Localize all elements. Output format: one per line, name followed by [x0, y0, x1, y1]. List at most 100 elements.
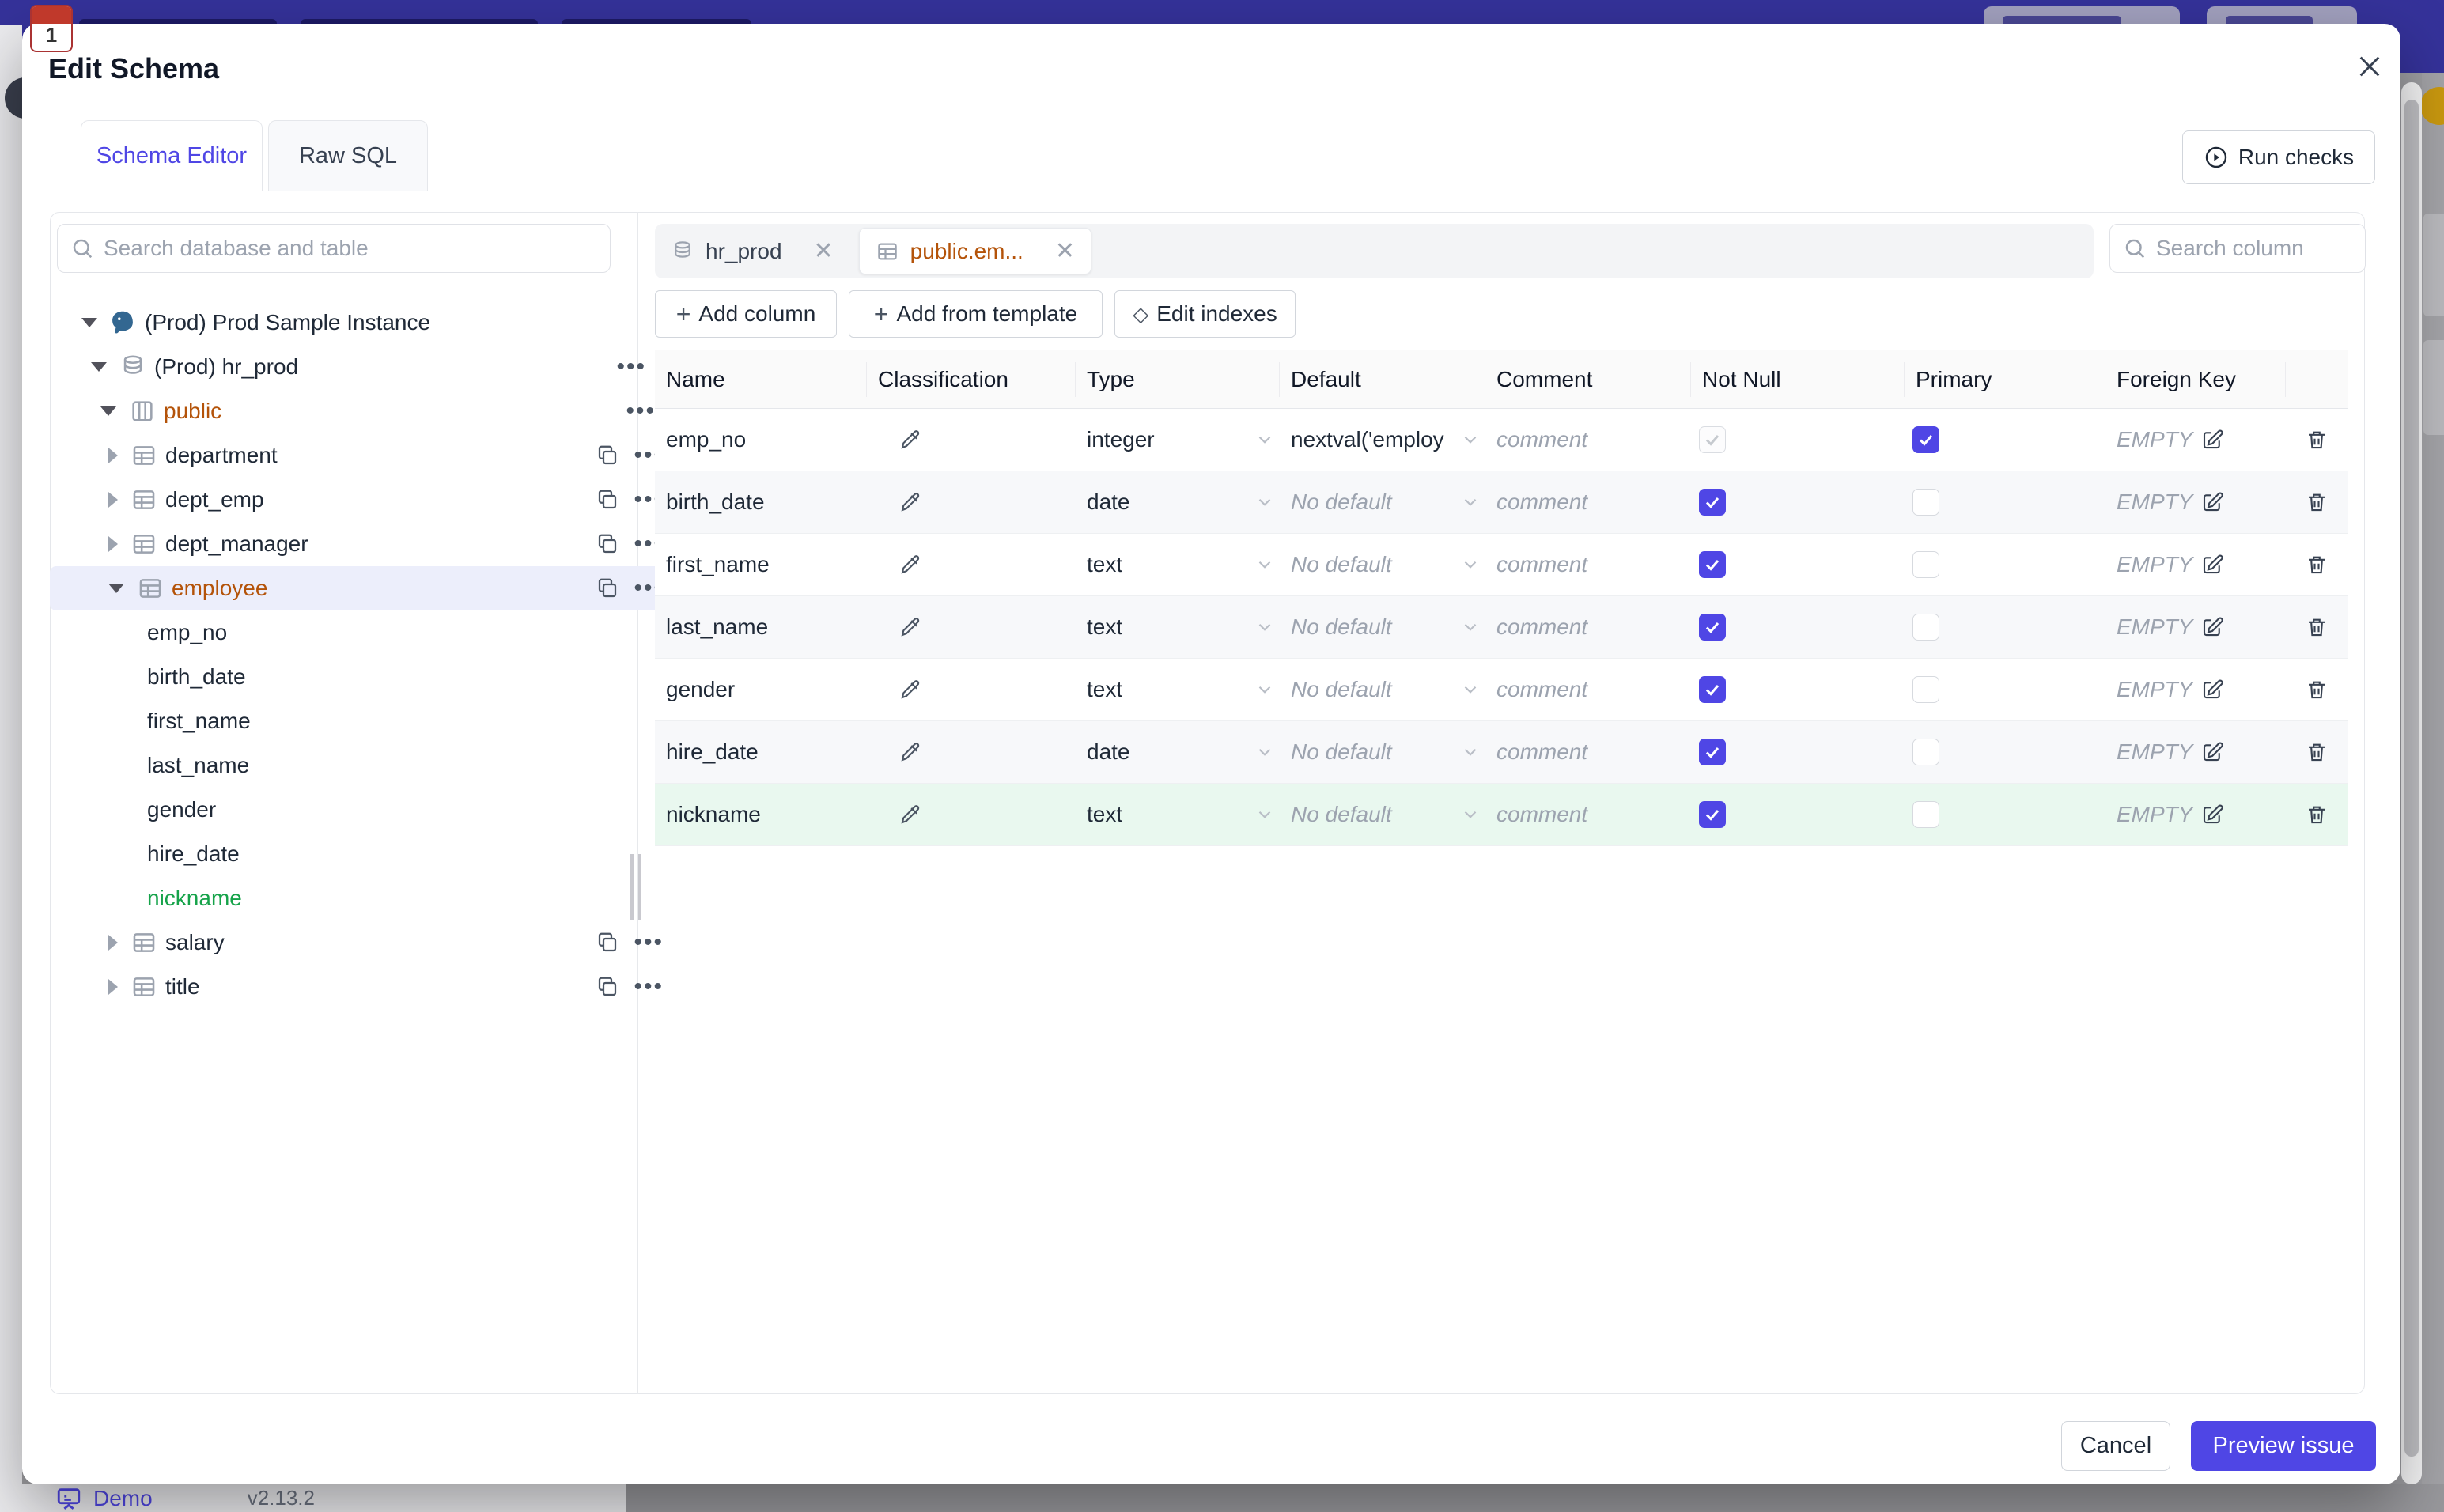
tree-item-table-dept-manager[interactable]: dept_manager ••• [50, 522, 672, 566]
tree-item-table-dept-emp[interactable]: dept_emp ••• [50, 478, 672, 522]
tree-column-hire-date[interactable]: hire_date [50, 832, 710, 876]
caret-down-icon[interactable] [81, 318, 97, 327]
search-database-input[interactable]: Search database and table [57, 224, 611, 273]
primary-checkbox[interactable] [1912, 614, 1939, 641]
caret-right-icon[interactable] [108, 536, 118, 552]
delete-column-icon[interactable] [2305, 678, 2329, 701]
primary-checkbox[interactable] [1912, 489, 1939, 516]
copy-icon[interactable] [596, 576, 619, 600]
primary-checkbox[interactable] [1912, 551, 1939, 578]
add-from-template-button[interactable]: + Add from template [849, 290, 1103, 338]
tree-column-gender[interactable]: gender [50, 788, 710, 832]
edit-foreign-key-icon[interactable] [2200, 553, 2224, 576]
type-select[interactable]: date [1087, 490, 1280, 515]
copy-icon[interactable] [596, 975, 619, 999]
edit-indexes-button[interactable]: ◇ Edit indexes [1114, 290, 1296, 338]
comment-input[interactable]: comment [1496, 739, 1587, 765]
default-select[interactable]: No default [1291, 677, 1485, 702]
tree-column-nickname[interactable]: nickname [50, 876, 710, 920]
caret-down-icon[interactable] [91, 362, 107, 372]
tree-item-database[interactable]: (Prod) hr_prod ••• [50, 345, 654, 389]
comment-input[interactable]: comment [1496, 802, 1587, 827]
column-name-input[interactable]: last_name [666, 614, 768, 640]
delete-column-icon[interactable] [2305, 803, 2329, 826]
edit-foreign-key-icon[interactable] [2200, 803, 2224, 826]
not-null-checkbox[interactable] [1699, 739, 1726, 765]
type-select[interactable]: date [1087, 739, 1280, 765]
close-icon[interactable]: ✕ [814, 237, 834, 265]
copy-icon[interactable] [596, 488, 619, 512]
caret-right-icon[interactable] [108, 979, 118, 995]
comment-input[interactable]: comment [1496, 552, 1587, 577]
tree-column-birth-date[interactable]: birth_date [50, 655, 710, 699]
tab-schema-editor[interactable]: Schema Editor [81, 120, 263, 191]
edit-foreign-key-icon[interactable] [2200, 428, 2224, 452]
tree-column-first-name[interactable]: first_name [50, 699, 710, 743]
column-name-input[interactable]: hire_date [666, 739, 759, 765]
primary-checkbox[interactable] [1912, 739, 1939, 765]
tree-column-emp-no[interactable]: emp_no [50, 610, 710, 655]
copy-icon[interactable] [596, 532, 619, 556]
tree-item-table-salary[interactable]: salary ••• [50, 920, 672, 965]
delete-column-icon[interactable] [2305, 490, 2329, 514]
column-name-input[interactable]: birth_date [666, 490, 765, 515]
type-select[interactable]: integer [1087, 427, 1280, 452]
caret-down-icon[interactable] [100, 406, 116, 416]
copy-icon[interactable] [596, 931, 619, 954]
not-null-checkbox[interactable] [1699, 676, 1726, 703]
delete-column-icon[interactable] [2305, 553, 2329, 576]
search-column-input[interactable]: Search column [2109, 224, 2366, 273]
close-icon[interactable] [2348, 44, 2392, 89]
more-actions-icon[interactable]: ••• [616, 355, 646, 379]
more-actions-icon[interactable]: ••• [626, 399, 656, 423]
primary-checkbox[interactable] [1912, 676, 1939, 703]
delete-column-icon[interactable] [2305, 615, 2329, 639]
default-select[interactable]: No default [1291, 739, 1485, 765]
default-select[interactable]: No default [1291, 614, 1485, 640]
column-name-input[interactable]: gender [666, 677, 735, 702]
more-actions-icon[interactable]: ••• [634, 931, 664, 954]
column-name-input[interactable]: emp_no [666, 427, 746, 452]
edit-foreign-key-icon[interactable] [2200, 490, 2224, 514]
delete-column-icon[interactable] [2305, 428, 2329, 452]
tab-chip-public-employee[interactable]: public.em... ✕ [858, 228, 1091, 274]
delete-column-icon[interactable] [2305, 740, 2329, 764]
comment-input[interactable]: comment [1496, 677, 1587, 702]
default-select[interactable]: nextval('employ [1291, 427, 1485, 452]
classification-edit-icon[interactable] [899, 428, 922, 452]
tree-item-table-department[interactable]: department ••• [50, 433, 672, 478]
edit-foreign-key-icon[interactable] [2200, 615, 2224, 639]
overlay-scrollbar-thumb[interactable] [2404, 100, 2419, 1457]
tree-item-instance[interactable]: (Prod) Prod Sample Instance [50, 301, 645, 345]
more-actions-icon[interactable]: ••• [634, 975, 664, 999]
default-select[interactable]: No default [1291, 802, 1485, 827]
type-select[interactable]: text [1087, 802, 1280, 827]
default-select[interactable]: No default [1291, 552, 1485, 577]
tab-chip-hr-prod[interactable]: hr_prod ✕ [655, 224, 849, 278]
caret-down-icon[interactable] [108, 584, 124, 593]
comment-input[interactable]: comment [1496, 614, 1587, 640]
tree-item-table-employee[interactable]: employee ••• [50, 566, 672, 610]
add-column-button[interactable]: + Add column [655, 290, 837, 338]
column-name-input[interactable]: first_name [666, 552, 770, 577]
type-select[interactable]: text [1087, 614, 1280, 640]
classification-edit-icon[interactable] [899, 803, 922, 826]
cancel-button[interactable]: Cancel [2061, 1421, 2170, 1471]
classification-edit-icon[interactable] [899, 615, 922, 639]
comment-input[interactable]: comment [1496, 490, 1587, 515]
tab-raw-sql[interactable]: Raw SQL [268, 120, 428, 191]
classification-edit-icon[interactable] [899, 740, 922, 764]
classification-edit-icon[interactable] [899, 490, 922, 514]
classification-edit-icon[interactable] [899, 678, 922, 701]
run-checks-button[interactable]: Run checks [2182, 130, 2375, 184]
not-null-checkbox[interactable] [1699, 801, 1726, 828]
tree-item-schema-public[interactable]: public ••• [50, 389, 664, 433]
primary-checkbox[interactable] [1912, 801, 1939, 828]
comment-input[interactable]: comment [1496, 427, 1587, 452]
caret-right-icon[interactable] [108, 448, 118, 463]
close-icon[interactable]: ✕ [1055, 237, 1075, 265]
edit-foreign-key-icon[interactable] [2200, 678, 2224, 701]
copy-icon[interactable] [596, 444, 619, 467]
preview-issue-button[interactable]: Preview issue [2191, 1421, 2376, 1471]
not-null-checkbox[interactable] [1699, 614, 1726, 641]
